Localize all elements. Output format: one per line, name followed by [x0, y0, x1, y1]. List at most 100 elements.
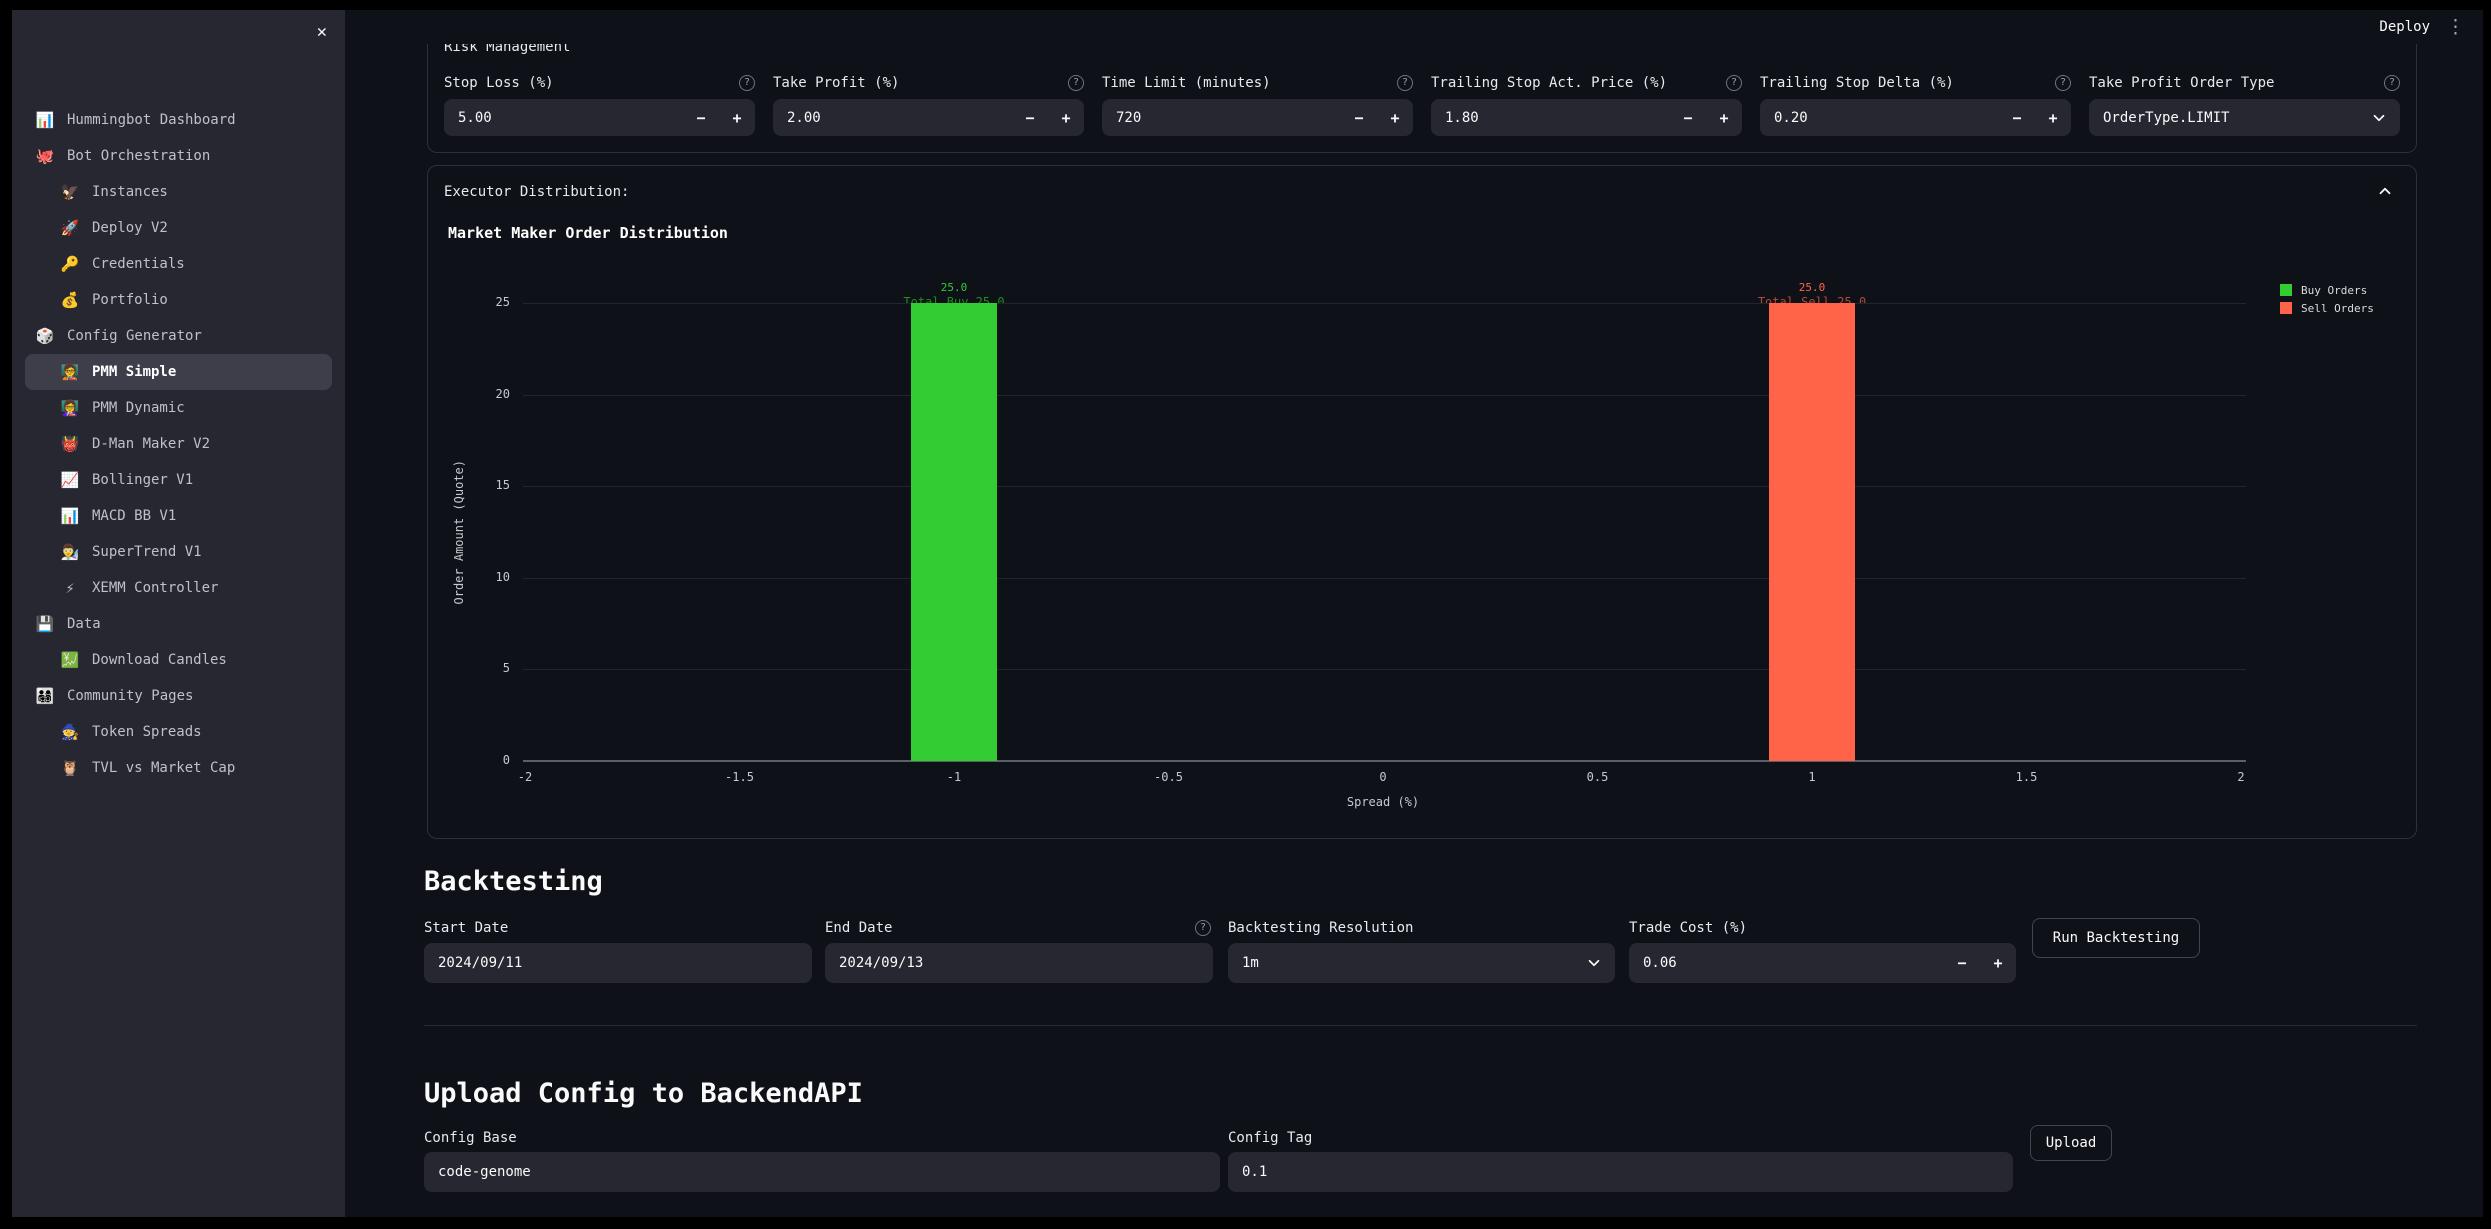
- x-tick-label: 0.5: [1587, 770, 1609, 784]
- x-tick-label: 0: [1379, 770, 1386, 784]
- config-tag-input[interactable]: 0.1: [1228, 1152, 2013, 1192]
- gridline: [523, 578, 2246, 579]
- sidebar-item-macd-bb-v1[interactable]: 📊MACD BB V1: [25, 498, 332, 534]
- sidebar-item-dman-maker-v2[interactable]: 👹D-Man Maker V2: [25, 426, 332, 462]
- lightning-icon: ⚡: [58, 579, 82, 597]
- sidebar-item-instances[interactable]: 🦅Instances: [25, 174, 332, 210]
- sidebar-item-label: Bollinger V1: [92, 472, 193, 488]
- trade-cost-input[interactable]: 0.06−+: [1629, 943, 2016, 983]
- decrement-button[interactable]: −: [1341, 109, 1377, 127]
- decrement-button[interactable]: −: [1999, 109, 2035, 127]
- increment-button[interactable]: +: [1706, 109, 1742, 127]
- stop-loss-input[interactable]: 5.00−+: [444, 99, 755, 136]
- sidebar-item-pmm-simple[interactable]: 🧑‍🏫PMM Simple: [25, 354, 332, 390]
- chevron-down-icon[interactable]: [2370, 109, 2388, 127]
- sidebar-item-bot-orchestration[interactable]: 🐙Bot Orchestration: [25, 138, 332, 174]
- increment-button[interactable]: +: [1048, 109, 1084, 127]
- field-label: Trailing Stop Delta (%): [1760, 75, 1954, 91]
- input-value: 0.20: [1760, 110, 1999, 126]
- decrement-button[interactable]: −: [683, 109, 719, 127]
- input-value: 2.00: [773, 110, 1012, 126]
- sidebar-item-portfolio[interactable]: 💰Portfolio: [25, 282, 332, 318]
- sidebar-item-data[interactable]: 💾Data: [25, 606, 332, 642]
- increment-button[interactable]: +: [2035, 109, 2071, 127]
- sidebar-item-community-pages[interactable]: 👨‍👩‍👧‍👦Community Pages: [25, 678, 332, 714]
- config-base-input[interactable]: code-genome: [424, 1152, 1220, 1192]
- decrement-button[interactable]: −: [1012, 109, 1048, 127]
- sidebar-item-deploy-v2[interactable]: 🚀Deploy V2: [25, 210, 332, 246]
- sidebar-item-supertrend-v1[interactable]: 👨‍🔬SuperTrend V1: [25, 534, 332, 570]
- field-time-limit: Time Limit (minutes)? 720−+: [1102, 73, 1413, 136]
- field-trailing-stop-delta: Trailing Stop Delta (%)? 0.20−+: [1760, 73, 2071, 136]
- sidebar-item-tvl-vs-market-cap[interactable]: 🦉TVL vs Market Cap: [25, 750, 332, 786]
- teacher-icon: 🧑‍🏫: [58, 363, 82, 381]
- config-tag-label: Config Tag: [1228, 1130, 1312, 1146]
- run-backtesting-button[interactable]: Run Backtesting: [2032, 918, 2200, 958]
- field-take-profit: Take Profit (%)? 2.00−+: [773, 73, 1084, 136]
- config-base-label: Config Base: [424, 1130, 517, 1146]
- help-icon[interactable]: ?: [1397, 75, 1413, 91]
- sidebar-item-label: Token Spreads: [92, 724, 202, 740]
- sidebar-item-label: Portfolio: [92, 292, 168, 308]
- sidebar-item-pmm-dynamic[interactable]: 👩‍🏫PMM Dynamic: [25, 390, 332, 426]
- buy-orders-bar[interactable]: [911, 303, 997, 761]
- family-icon: 👨‍👩‍👧‍👦: [33, 687, 57, 705]
- y-tick-label: 10: [448, 570, 510, 584]
- sidebar-item-label: Config Generator: [67, 328, 202, 344]
- help-icon[interactable]: ?: [739, 75, 755, 91]
- order-type-select[interactable]: OrderType.LIMIT: [2089, 99, 2400, 136]
- x-axis-title: Spread (%): [1347, 795, 1419, 809]
- field-label: Time Limit (minutes): [1102, 75, 1271, 91]
- risk-fields-row: Stop Loss (%)? 5.00−+ Take Profit (%)? 2…: [444, 73, 2400, 136]
- deploy-button[interactable]: Deploy: [2379, 19, 2430, 35]
- sidebar-item-label: Credentials: [92, 256, 185, 272]
- legend-item-buy-orders[interactable]: Buy Orders: [2280, 281, 2374, 299]
- upload-button[interactable]: Upload: [2030, 1125, 2112, 1161]
- start-date-input[interactable]: 2024/09/11: [424, 943, 812, 983]
- woman-teacher-icon: 👩‍🏫: [58, 399, 82, 417]
- field-stop-loss: Stop Loss (%)? 5.00−+: [444, 73, 755, 136]
- owl-icon: 🦉: [58, 759, 82, 777]
- legend-swatch: [2280, 284, 2292, 296]
- legend-item-sell-orders[interactable]: Sell Orders: [2280, 299, 2374, 317]
- y-tick-label: 15: [448, 478, 510, 492]
- bar-value-label: 25.0: [1799, 281, 1826, 294]
- help-icon[interactable]: ?: [2055, 75, 2071, 91]
- increment-button[interactable]: +: [1377, 109, 1413, 127]
- sidebar-item-bollinger-v1[interactable]: 📈Bollinger V1: [25, 462, 332, 498]
- end-date-input[interactable]: 2024/09/13: [825, 943, 1213, 983]
- bar-annotation: Total Buy 25.0: [903, 295, 1004, 303]
- sidebar-item-token-spreads[interactable]: 🧙Token Spreads: [25, 714, 332, 750]
- sidebar-item-credentials[interactable]: 🔑Credentials: [25, 246, 332, 282]
- decrement-button[interactable]: −: [1670, 109, 1706, 127]
- increment-button[interactable]: +: [1980, 954, 2016, 972]
- resolution-select[interactable]: 1m: [1228, 943, 1615, 983]
- y-tick-label: 25: [448, 295, 510, 309]
- increment-button[interactable]: +: [719, 109, 755, 127]
- time-limit-input[interactable]: 720−+: [1102, 99, 1413, 136]
- close-sidebar-icon[interactable]: ✕: [317, 22, 327, 42]
- octopus-icon: 🐙: [33, 147, 57, 165]
- kebab-menu-icon[interactable]: ⋮: [2446, 18, 2465, 37]
- trailing-stop-act-price-input[interactable]: 1.80−+: [1431, 99, 1742, 136]
- decrement-button[interactable]: −: [1944, 954, 1980, 972]
- sidebar-item-xemm-controller[interactable]: ⚡XEMM Controller: [25, 570, 332, 606]
- help-icon[interactable]: ?: [2384, 75, 2400, 91]
- input-value: 0.1: [1228, 1164, 1267, 1180]
- take-profit-input[interactable]: 2.00−+: [773, 99, 1084, 136]
- sidebar-item-label: D-Man Maker V2: [92, 436, 210, 452]
- sell-orders-bar[interactable]: [1769, 303, 1855, 761]
- y-tick-label: 20: [448, 387, 510, 401]
- help-icon[interactable]: ?: [1195, 920, 1211, 936]
- help-icon[interactable]: ?: [1068, 75, 1084, 91]
- trailing-stop-delta-input[interactable]: 0.20−+: [1760, 99, 2071, 136]
- executor-distribution-panel: Executor Distribution: Market Maker Orde…: [427, 165, 2417, 839]
- sidebar-item-hummingbot-dashboard[interactable]: 📊Hummingbot Dashboard: [25, 102, 332, 138]
- help-icon[interactable]: ?: [1726, 75, 1742, 91]
- chevron-down-icon[interactable]: [1585, 954, 1603, 972]
- top-toolbar: Deploy ⋮: [345, 10, 2483, 44]
- input-value: 2024/09/11: [424, 955, 522, 971]
- sidebar-item-config-generator[interactable]: 🎲Config Generator: [25, 318, 332, 354]
- x-tick-label: -1: [947, 770, 961, 784]
- sidebar-item-download-candles[interactable]: 💹Download Candles: [25, 642, 332, 678]
